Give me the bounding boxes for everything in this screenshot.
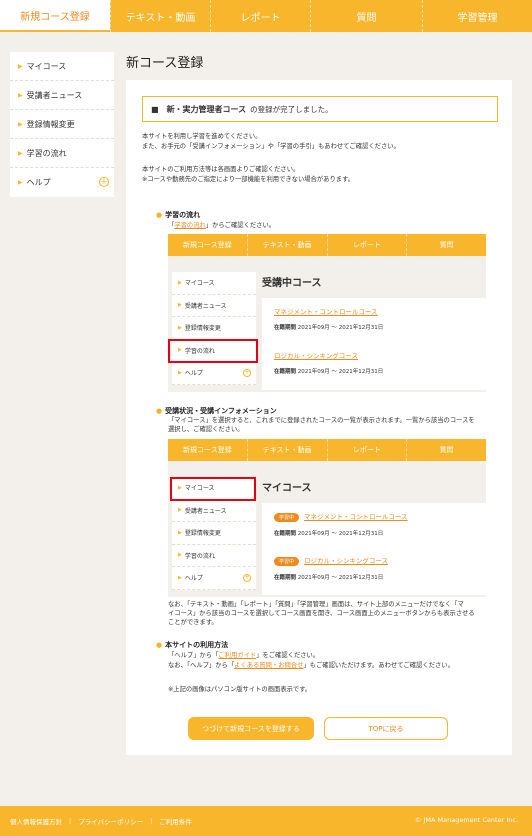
course-period: 在籍期間 2021年09月 〜 2021年12月31日	[274, 531, 384, 537]
highlight-box	[168, 339, 258, 363]
intro-line-3: 本サイトのご利用方法等は各画面よりご確認ください。	[142, 166, 300, 173]
status-badge: 学習中	[274, 556, 300, 566]
footer: 個人情報保護方針 | プライバシーポリシー | ご利用条件 © JMA Mana…	[0, 806, 532, 836]
example-tab: 新規コース登録	[183, 446, 232, 454]
plus-icon: +	[243, 369, 251, 377]
plus-icon: +	[243, 574, 251, 582]
sidebar-item-help[interactable]: ▶ ヘルプ +	[10, 168, 114, 197]
example-sidebar-item: ▶ 学習の流れ	[172, 545, 256, 567]
sidebar-item-flow[interactable]: ▶ 学習の流れ	[10, 139, 114, 168]
sidebar-item-mycourse[interactable]: ▶ マイコース	[10, 52, 114, 81]
main-panel: ■ 新・実力管理者コース の登録が完了しました。 本サイトを利用し学習を進めてく…	[126, 80, 512, 755]
expand-plus-icon[interactable]: +	[99, 177, 109, 187]
example-tab: 質問	[406, 439, 486, 461]
section-desc-flow: 「学習の流れ」からご確認ください。	[168, 222, 276, 229]
course-link: マネジメント・コントロールコース	[304, 513, 408, 521]
intro-line-4: ※コースや勤務先のご指定により一部機能を利用できない場合があります。	[142, 176, 355, 183]
course-period: 在籍期間 2021年09月 〜 2021年12月31日	[274, 575, 384, 581]
footer-separator: |	[69, 817, 72, 825]
tab-question[interactable]: 質問	[310, 0, 422, 32]
example-nav: 新規コース登録 テキスト・動画 レポート 質問	[168, 439, 486, 461]
back-to-top-button[interactable]: TOPに戻る	[324, 717, 448, 740]
footnote: ※上記の画像はパソコン版サイトの画面表示です。	[168, 686, 312, 693]
example-tab: 新規コース登録	[183, 241, 232, 249]
example-sidebar-item: ▶ 受講者ニュース	[172, 295, 256, 317]
copyright: © JMA Management Center Inc.	[414, 816, 518, 824]
notice-text: の登録が完了しました。	[250, 104, 333, 114]
sidebar-item-label: ヘルプ	[26, 178, 51, 187]
footer-link-privacy[interactable]: プライバシーポリシー	[78, 816, 143, 826]
arrow-right-icon: ▶	[18, 120, 23, 128]
page-title: 新コース登録	[126, 56, 204, 71]
tab-report[interactable]: レポート	[210, 0, 310, 32]
example-sidebar-item: ▶ マイコース	[172, 272, 256, 295]
course-link: マネジメント・コントロールコース	[274, 308, 378, 316]
tab-learning-management[interactable]: 学習管理	[422, 0, 532, 32]
course-link: ロジカル・シンキングコース	[274, 352, 358, 360]
usage-line-2: なお、「ヘルプ」から「よくある質問・お問合せ」もご確認いただけます。あわせてご確…	[168, 662, 454, 669]
sidebar: ▶ マイコース ▶ 受講者ニュース ▶ 登録情報変更 ▶ 学習の流れ ▶ ヘルプ +	[10, 52, 114, 197]
example-sidebar: ▶ マイコース ▶ 受講者ニュース ▶ 登録情報変更 ▶ 学習の流れ ▶ ヘルプ +	[172, 272, 256, 385]
example-sidebar-item: ▶ 登録情報変更	[172, 317, 256, 340]
guide-link[interactable]: ご利用ガイド	[218, 652, 256, 659]
example-content: 学習中 マネジメント・コントロールコース 在籍期間 2021年09月 〜 2021…	[262, 503, 486, 595]
bullet-icon: ●	[156, 641, 163, 649]
example-heading: 受講中コース	[262, 278, 322, 289]
arrow-right-icon: ▶	[18, 149, 23, 157]
bullet-icon: ●	[156, 211, 163, 219]
example-tab: テキスト・動画	[246, 439, 327, 461]
example-tab: レポート	[326, 234, 407, 256]
example-heading: マイコース	[262, 483, 312, 494]
continue-register-button[interactable]: つづけて新規コースを登録する	[188, 717, 314, 740]
footer-separator: |	[150, 817, 153, 825]
sidebar-item-label: 学習の流れ	[26, 148, 67, 158]
sidebar-item-news[interactable]: ▶ 受講者ニュース	[10, 81, 114, 110]
section-desc-status-2: 選択し、ご確認ください。	[168, 426, 244, 433]
example-tab: レポート	[326, 439, 407, 461]
notice-marker: ■	[151, 104, 159, 114]
flow-link[interactable]: 学習の流れ	[174, 222, 205, 229]
footer-link-privacy-policy[interactable]: 個人情報保護方針	[10, 816, 62, 826]
tab-text-video[interactable]: テキスト・動画	[110, 0, 210, 32]
screenshot-example-2: 新規コース登録 テキスト・動画 レポート 質問 ▶ マイコース ▶ 受講者ニュース …	[168, 439, 486, 597]
example-nav: 新規コース登録 テキスト・動画 レポート 質問	[168, 234, 486, 256]
tab-new-course[interactable]: 新規コース登録	[0, 0, 110, 32]
example-content: マネジメント・コントロールコース 在籍期間 2021年09月 〜 2021年12…	[262, 298, 486, 390]
example-tab: 質問	[406, 234, 486, 256]
status-badge: 学習中	[274, 512, 300, 522]
example-sidebar-item: ▶ 受講者ニュース	[172, 500, 256, 522]
course-period: 在籍期間 2021年09月 〜 2021年12月31日	[274, 325, 384, 331]
example-sidebar-item: ▶ 登録情報変更	[172, 522, 256, 545]
sidebar-item-profile[interactable]: ▶ 登録情報変更	[10, 110, 114, 139]
example-sidebar-item: ▶ ヘルプ +	[172, 567, 256, 590]
example-sidebar-item: ▶ ヘルプ +	[172, 362, 256, 385]
note-line-3: ことができます。	[168, 619, 218, 626]
sidebar-item-label: マイコース	[26, 61, 67, 71]
section-title-usage: ● 本サイトの利用方法	[156, 641, 229, 649]
footer-link-terms[interactable]: ご利用条件	[159, 816, 192, 826]
intro-line-1: 本サイトを利用し学習を進めてください。	[142, 133, 262, 140]
course-link: ロジカル・シンキングコース	[304, 557, 388, 565]
highlight-box	[170, 477, 256, 501]
arrow-right-icon: ▶	[18, 179, 23, 186]
example-tab: テキスト・動画	[246, 234, 327, 256]
screenshot-example-1: 新規コース登録 テキスト・動画 レポート 質問 ▶ マイコース ▶ 受講者ニュース …	[168, 234, 486, 392]
course-period: 在籍期間 2021年09月 〜 2021年12月31日	[274, 369, 384, 375]
arrow-right-icon: ▶	[18, 91, 23, 99]
completion-notice: ■ 新・実力管理者コース の登録が完了しました。	[142, 96, 498, 122]
sidebar-item-label: 受講者ニュース	[26, 90, 83, 100]
usage-line-1: 「ヘルプ」から「ご利用ガイド」をご確認ください。	[168, 652, 320, 659]
arrow-right-icon: ▶	[18, 62, 23, 70]
notice-course-name: 新・実力管理者コース	[166, 104, 247, 114]
intro-line-2: また、お手元の「受講インフォメーション」や「学習の手引」もあわせてご確認ください…	[142, 143, 400, 150]
sidebar-item-label: 登録情報変更	[26, 119, 75, 129]
faq-link[interactable]: よくある質問・お問合せ	[234, 662, 303, 669]
bullet-icon: ●	[156, 407, 163, 415]
top-nav: 新規コース登録 テキスト・動画 レポート 質問 学習管理	[0, 0, 532, 32]
section-title-flow: ● 学習の流れ	[156, 211, 201, 219]
section-title-status: ● 受講状況・受講インフォメーション	[156, 407, 277, 415]
